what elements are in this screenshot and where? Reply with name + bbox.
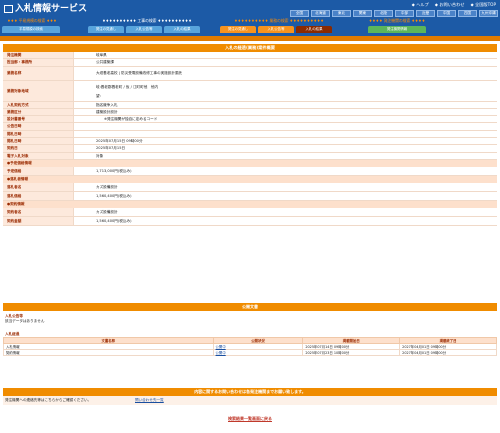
group-title: ♦♦♦♦♦♦♦♦♦♦ 工事の検索 ♦♦♦♦♦♦♦♦♦♦ <box>102 18 192 23</box>
row-department: 担当部・事務所 公共建築課 <box>3 59 497 67</box>
row-estimated-price: 予定価格 1,713,000円(税込み) <box>3 166 497 176</box>
tab-agency-info[interactable]: 発注機関情報 <box>368 26 426 33</box>
group-agency: ♦♦♦♦ 発注機関の検索 ♦♦♦♦ 発注機関情報 <box>364 18 430 38</box>
row-contractor-name: 契約者名 カズ設備設計 <box>3 207 497 217</box>
row-method: 入札契約方式 指名競争入札 <box>3 101 497 109</box>
tab-service-outlook[interactable]: 発注の見通し <box>220 26 256 33</box>
region-tab[interactable]: 中部 <box>395 10 414 17</box>
row-winner-price: 落札価格 1,560,400円(税込み) <box>3 191 497 201</box>
documents-table: 文書名称 公開状況 掲載開始日 掲載終了日 入札情報 公開中 2025年07月1… <box>3 337 497 356</box>
tab-construction-outlook[interactable]: 発注の見通し <box>88 26 124 33</box>
table-row: 契約情報 公開中 2025年07月23日 10時00分 2027年04月01日 … <box>3 349 497 356</box>
region-tab[interactable]: 近畿 <box>416 10 435 17</box>
group-title: ♦♦♦♦ 発注機関の検索 ♦♦♦♦ <box>368 18 426 23</box>
region-tab[interactable]: 東北 <box>332 10 351 17</box>
logo-icon <box>4 5 13 13</box>
tab-service-result[interactable]: 入札の結果 <box>296 26 332 33</box>
site-header: 入札情報サービス ◆ ヘルプ ◆ お問い合わせ ◆ 全国版TOP 全国 北海道 … <box>0 0 500 40</box>
contact-section: 内容に関するお問い合わせは各発注機関までお願い致します。 発注機関への連絡先等は… <box>3 388 497 405</box>
region-tab[interactable]: 全国 <box>290 10 309 17</box>
tab-construction-result[interactable]: 入札の結果 <box>164 26 200 33</box>
row-region: 業務対象地域 岐:養老郡養老町 / 仮 / 江町町他 他内 望: <box>3 80 497 102</box>
region-tab[interactable]: 四国 <box>458 10 477 17</box>
header-divider <box>0 36 500 41</box>
region-tab[interactable]: 中国 <box>437 10 456 17</box>
contact-text: 発注機関への連絡先等はこちらからご確認ください。 <box>5 398 92 402</box>
row-opening-date: 開札日時 2025年07月15日 09時00分 <box>3 138 497 146</box>
row-electronic-bid: 電子入札対象 対象 <box>3 152 497 160</box>
region-tab[interactable]: 関東 <box>353 10 372 17</box>
documents-section: 公開文書 入札公告等 該当データはありません 入札経過 文書名称 公開状況 掲載… <box>3 303 497 356</box>
row-service-name: 業務名称 大垣養老高校 | 防災受電設備改修工事の実施設計委託 <box>3 66 497 81</box>
budget-heading: ●予定価格情報 <box>3 159 497 167</box>
site-title: 入札情報サービス <box>15 4 88 14</box>
detail-title: 入札の経過(業務)案件概要 <box>3 44 497 52</box>
row-contract-amount: 契約金額 1,560,400円(税込み) <box>3 216 497 226</box>
documents-title: 公開文書 <box>3 303 497 311</box>
top-links: ◆ ヘルプ ◆ お問い合わせ ◆ 全国版TOP <box>412 2 496 8</box>
help-link[interactable]: ◆ ヘルプ <box>412 2 429 8</box>
notice-empty: 該当データはありません <box>5 319 45 323</box>
top-page-link[interactable]: ◆ 全国版TOP <box>470 2 496 8</box>
row-agency: 発注機関 岐阜県 <box>3 52 497 60</box>
back-to-results-link[interactable]: 検索結果一覧画面に戻る <box>0 416 500 422</box>
detail-panel: 入札の経過(業務)案件概要 発注機関 岐阜県 担当部・事務所 公共建築課 業務名… <box>3 44 497 226</box>
row-bid-date: 開札日時 <box>3 130 497 139</box>
tab-simple-search[interactable]: 平易規模の検索 <box>2 26 60 33</box>
group-title: ♦♦♦ 平易規模の検索 ♦♦♦ <box>7 18 57 23</box>
contact-row: 発注機関への連絡先等はこちらからご確認ください。 問い合わせ先一覧 <box>3 396 497 405</box>
winner-heading: ●落札者情報 <box>3 175 497 183</box>
tab-construction-notice[interactable]: 入札公告等 <box>126 26 162 33</box>
tab-service-notice[interactable]: 入札公告等 <box>258 26 294 33</box>
row-notice-date: 公告日時 <box>3 123 497 131</box>
contact-link[interactable]: ◆ お問い合わせ <box>435 2 465 8</box>
row-category: 業務区分 建築設計設計 <box>3 108 497 117</box>
region-tab[interactable]: 九州沖縄 <box>479 10 498 17</box>
region-tab[interactable]: 北海道 <box>311 10 330 17</box>
site-logo[interactable]: 入札情報サービス <box>3 2 93 16</box>
status-link[interactable]: 公開中 <box>216 345 226 349</box>
group-construction: ♦♦♦♦♦♦♦♦♦♦ 工事の検索 ♦♦♦♦♦♦♦♦♦♦ 発注の見通し 入札公告等… <box>88 18 206 38</box>
contract-heading: ●契約情報 <box>3 200 497 208</box>
row-winner-name: 落札者名 カズ設備設計 <box>3 182 497 192</box>
region-tab[interactable]: 北陸 <box>374 10 393 17</box>
group-title: ♦♦♦♦♦♦♦♦♦♦ 業務の検索 ♦♦♦♦♦♦♦♦♦♦ <box>234 18 324 23</box>
row-design-number: 設計書番号 ※発注機関が独自に定めるコード <box>3 116 497 124</box>
contact-title: 内容に関するお問い合わせは各発注機関までお願い致します。 <box>3 388 497 396</box>
row-contract-date: 契約日 2025年07月15日 <box>3 145 497 153</box>
status-link[interactable]: 公開中 <box>216 351 226 355</box>
search-groups: ♦♦♦ 平易規模の検索 ♦♦♦ 平易規模の検索 ♦♦♦♦♦♦♦♦♦♦ 工事の検索… <box>2 18 498 38</box>
group-simple: ♦♦♦ 平易規模の検索 ♦♦♦ 平易規模の検索 <box>2 18 62 38</box>
group-service: ♦♦♦♦♦♦♦♦♦♦ 業務の検索 ♦♦♦♦♦♦♦♦♦♦ 発注の見通し 入札公告等… <box>220 18 338 38</box>
region-nav: 全国 北海道 東北 関東 北陸 中部 近畿 中国 四国 九州沖縄 <box>290 10 498 17</box>
contact-list-link[interactable]: 問い合わせ先一覧 <box>135 396 164 405</box>
